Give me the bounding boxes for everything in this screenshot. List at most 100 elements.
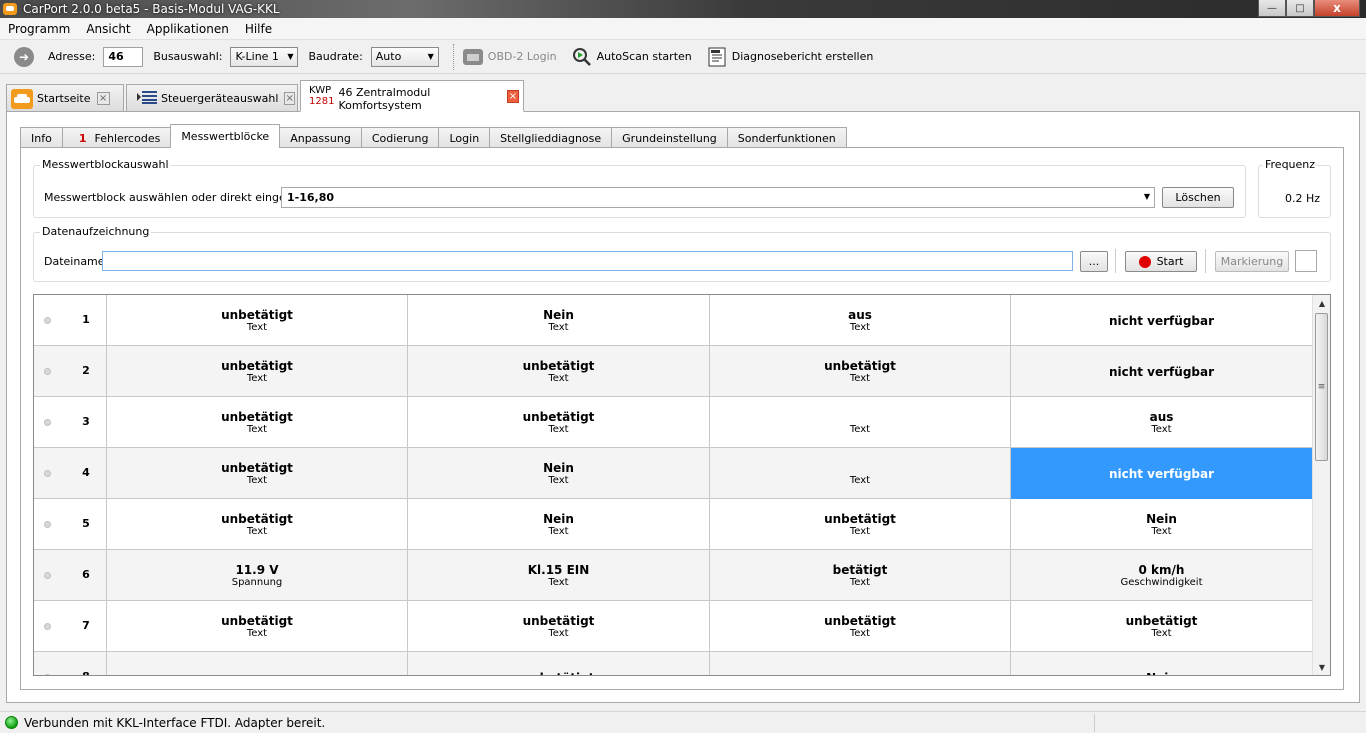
tab-stellglieddiagnose[interactable]: Stellglieddiagnose	[489, 127, 613, 148]
table-cell[interactable]: betätigt Text	[709, 550, 1010, 601]
tab-messwertbloecke[interactable]: Messwertblöcke	[170, 124, 281, 148]
table-cell[interactable]: unbetätigt Text	[106, 397, 407, 448]
table-cell[interactable]: unbetätigt Text	[407, 601, 709, 652]
table-cell[interactable]: Nein Text	[407, 295, 709, 346]
autoscan-button[interactable]: AutoScan starten	[571, 46, 692, 68]
cell-unit: Text	[246, 423, 268, 435]
table-row[interactable]: 4 unbetätigt Text Nein Text Text nicht verfügb…	[34, 448, 1312, 499]
table-cell[interactable]: Text	[709, 448, 1010, 499]
magnifier-play-icon	[571, 46, 593, 68]
mwb-group: Messwertblockauswahl Messwertblock auswä…	[33, 158, 1246, 218]
tab-info[interactable]: Info	[20, 127, 63, 148]
markierung-button[interactable]: Markierung	[1215, 251, 1289, 272]
scroll-thumb[interactable]: ≡	[1315, 313, 1328, 461]
table-cell[interactable]: Text	[709, 397, 1010, 448]
close-tab-icon[interactable]: ×	[284, 92, 295, 105]
table-cell[interactable]: unbetätigt Text	[407, 397, 709, 448]
cell-value: unbetätigt	[522, 613, 595, 628]
baud-select[interactable]: Auto ▼	[370, 46, 439, 67]
table-cell[interactable]: unbetätigt Text	[106, 346, 407, 397]
tab-zentralmodul[interactable]: KWP 1281 46 Zentralmodul Komfortsystem ×	[300, 80, 524, 112]
table-cell[interactable]: nicht verfügbar	[1010, 346, 1312, 397]
table-row[interactable]: 2 unbetätigt Text unbetätigt Text unbetätigt T…	[34, 346, 1312, 397]
file-name-input[interactable]	[102, 251, 1073, 271]
loeschen-button[interactable]: Löschen	[1162, 187, 1234, 208]
cell-unit: Text	[1151, 627, 1172, 639]
tab-fehlercodes[interactable]: 1 Fehlercodes	[61, 127, 172, 148]
cell-value: nicht verfügbar	[1108, 364, 1215, 379]
maximize-button[interactable]: □	[1286, 0, 1314, 17]
grid-scrollbar[interactable]: ▲ ≡ ▼	[1312, 295, 1330, 675]
table-cell[interactable]: unbetätigt Text	[106, 499, 407, 550]
table-row[interactable]: 3 unbetätigt Text unbetätigt Text Text aus Text	[34, 397, 1312, 448]
close-tab-icon[interactable]: ×	[507, 89, 519, 103]
cell-value: unbetätigt	[522, 409, 595, 424]
table-cell[interactable]: unbetätigt Text	[709, 499, 1010, 550]
table-cell[interactable]: unbetätigt Text	[106, 295, 407, 346]
menu-programm[interactable]: Programm	[0, 22, 78, 36]
obd-login-button[interactable]: OBD-2 Login	[462, 46, 557, 68]
table-cell[interactable]: Nein	[1010, 652, 1312, 675]
cell-unit: Text	[246, 474, 268, 486]
table-row[interactable]: 5 unbetätigt Text Nein Text unbetätigt Text Nei…	[34, 499, 1312, 550]
table-row[interactable]: 8 zu unbetätigt zu Nein	[34, 652, 1312, 675]
tab-startseite[interactable]: Startseite ×	[6, 84, 124, 112]
start-recording-button[interactable]: Start	[1125, 251, 1197, 272]
report-icon	[706, 46, 728, 68]
tab-anpassung[interactable]: Anpassung	[279, 127, 362, 148]
table-cell[interactable]: 11.9 V Spannung	[106, 550, 407, 601]
table-cell[interactable]: Nein Text	[407, 448, 709, 499]
table-cell[interactable]: aus Text	[709, 295, 1010, 346]
tab-sonderfunktionen[interactable]: Sonderfunktionen	[726, 127, 847, 148]
table-cell[interactable]: zu	[106, 652, 407, 675]
table-cell[interactable]: zu	[709, 652, 1010, 675]
scroll-down-icon[interactable]: ▼	[1313, 659, 1330, 675]
table-row[interactable]: 1 unbetätigt Text Nein Text aus Text nicht verf…	[34, 295, 1312, 346]
address-input[interactable]: 46	[103, 46, 144, 67]
toolbar-separator	[452, 43, 454, 70]
table-cell[interactable]: unbetätigt Text	[709, 601, 1010, 652]
table-row[interactable]: 6 11.9 V Spannung Kl.15 EIN Text betätigt Text…	[34, 550, 1312, 601]
close-button[interactable]: x	[1314, 0, 1360, 17]
table-cell[interactable]: aus Text	[1010, 397, 1312, 448]
table-cell[interactable]: unbetätigt Text	[106, 448, 407, 499]
table-cell[interactable]: Nein Text	[407, 499, 709, 550]
scroll-up-icon[interactable]: ▲	[1313, 295, 1330, 311]
minimize-button[interactable]: —	[1258, 0, 1286, 17]
table-cell[interactable]: Nein Text	[1010, 499, 1312, 550]
table-cell[interactable]: unbetätigt Text	[106, 601, 407, 652]
table-cell[interactable]: nicht verfügbar	[1010, 295, 1312, 346]
table-cell[interactable]: unbetätigt	[407, 652, 709, 675]
row-status-icon	[44, 674, 51, 675]
list-icon	[137, 90, 157, 107]
kwp-number: 1281	[309, 96, 335, 107]
browse-button[interactable]: ...	[1080, 251, 1108, 272]
cell-value: Nein	[1146, 511, 1177, 526]
close-tab-icon[interactable]: ×	[96, 92, 110, 105]
diagnose-report-button[interactable]: Diagnosebericht erstellen	[706, 46, 873, 68]
table-cell[interactable]: unbetätigt Text	[1010, 601, 1312, 652]
table-cell[interactable]: nicht verfügbar	[1010, 448, 1312, 499]
row-number: 5	[82, 517, 90, 530]
table-row[interactable]: 7 unbetätigt Text unbetätigt Text unbetätigt T…	[34, 601, 1312, 652]
tab-codierung[interactable]: Codierung	[360, 127, 440, 148]
cell-unit: Text	[548, 525, 569, 537]
tab-login[interactable]: Login	[438, 127, 491, 148]
tab-grundeinstellung[interactable]: Grundeinstellung	[611, 127, 728, 148]
bus-select[interactable]: K-Line 1 ▼	[230, 46, 299, 67]
mwb-combo[interactable]: 1-16,80 ▼	[281, 187, 1155, 208]
tab-steuergeraeteauswahl[interactable]: Steuergeräteauswahl ×	[126, 84, 298, 112]
table-cell[interactable]: unbetätigt Text	[709, 346, 1010, 397]
table-cell[interactable]: unbetätigt Text	[407, 346, 709, 397]
menu-applikationen[interactable]: Applikationen	[139, 22, 237, 36]
cell-value: unbetätigt	[221, 409, 293, 424]
table-cell[interactable]: 0 km/h Geschwindigkeit	[1010, 550, 1312, 601]
connect-arrow-icon[interactable]: ➜	[14, 46, 34, 67]
tab-messwertbloecke-label: Messwertblöcke	[181, 130, 270, 143]
table-cell[interactable]: Kl.15 EIN Text	[407, 550, 709, 601]
cell-value: 0 km/h	[1138, 562, 1185, 577]
separator	[1205, 249, 1206, 273]
menu-ansicht[interactable]: Ansicht	[78, 22, 138, 36]
menu-hilfe[interactable]: Hilfe	[237, 22, 280, 36]
cell-unit: Text	[1151, 525, 1172, 537]
